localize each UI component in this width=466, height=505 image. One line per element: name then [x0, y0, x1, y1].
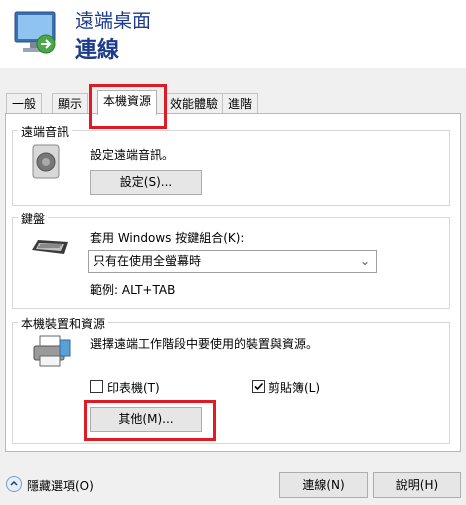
chevron-down-icon: ⌄	[359, 254, 370, 268]
hide-options-link[interactable]: 隱藏選項(O)	[27, 477, 94, 494]
keyboard-description: 套用 Windows 按鍵組合(K):	[90, 231, 245, 245]
keyboard-combination-select[interactable]: 只有在使用全螢幕時 ⌄	[88, 250, 377, 273]
speaker-icon	[32, 144, 60, 179]
dialog-header: 遠端桌面 連線	[0, 0, 466, 68]
clipboard-checkbox[interactable]	[252, 380, 265, 393]
remote-desktop-icon	[14, 11, 56, 54]
collapse-arrow-icon[interactable]	[6, 476, 22, 492]
app-title: 遠端桌面	[75, 10, 152, 32]
connect-button[interactable]: 連線(N)	[279, 472, 368, 498]
audio-description: 設定遠端音訊。	[90, 148, 175, 162]
printers-label[interactable]: 印表機(T)	[107, 379, 160, 396]
app-subtitle: 連線	[75, 38, 120, 63]
keyboard-group-label: 鍵盤	[18, 210, 49, 227]
tab-local-resources[interactable]: 本機資源	[97, 90, 158, 115]
tab-advanced[interactable]: 進階	[222, 93, 259, 114]
tab-display[interactable]: 顯示	[52, 93, 89, 114]
help-button[interactable]: 說明(H)	[373, 472, 461, 498]
more-devices-button[interactable]: 其他(M)...	[90, 407, 202, 432]
audio-group-label: 遠端音訊	[18, 123, 73, 140]
checkmark-icon	[254, 382, 264, 391]
keyboard-icon	[32, 240, 68, 254]
audio-settings-button[interactable]: 設定(S)...	[90, 170, 202, 195]
tab-general[interactable]: 一般	[6, 93, 43, 114]
clipboard-label[interactable]: 剪貼簿(L)	[268, 379, 320, 396]
tab-experience[interactable]: 效能體驗	[164, 93, 225, 114]
keyboard-example: 範例: ALT+TAB	[90, 283, 176, 297]
devices-description: 選擇遠端工作階段中要使用的裝置與資源。	[90, 337, 319, 351]
chevron-up-icon	[10, 480, 18, 486]
devices-group-label: 本機裝置和資源	[18, 315, 109, 332]
printer-devices-icon	[33, 335, 71, 367]
printers-checkbox[interactable]	[90, 380, 103, 393]
audio-group	[12, 130, 450, 206]
keyboard-selected-value: 只有在使用全螢幕時	[93, 254, 202, 268]
